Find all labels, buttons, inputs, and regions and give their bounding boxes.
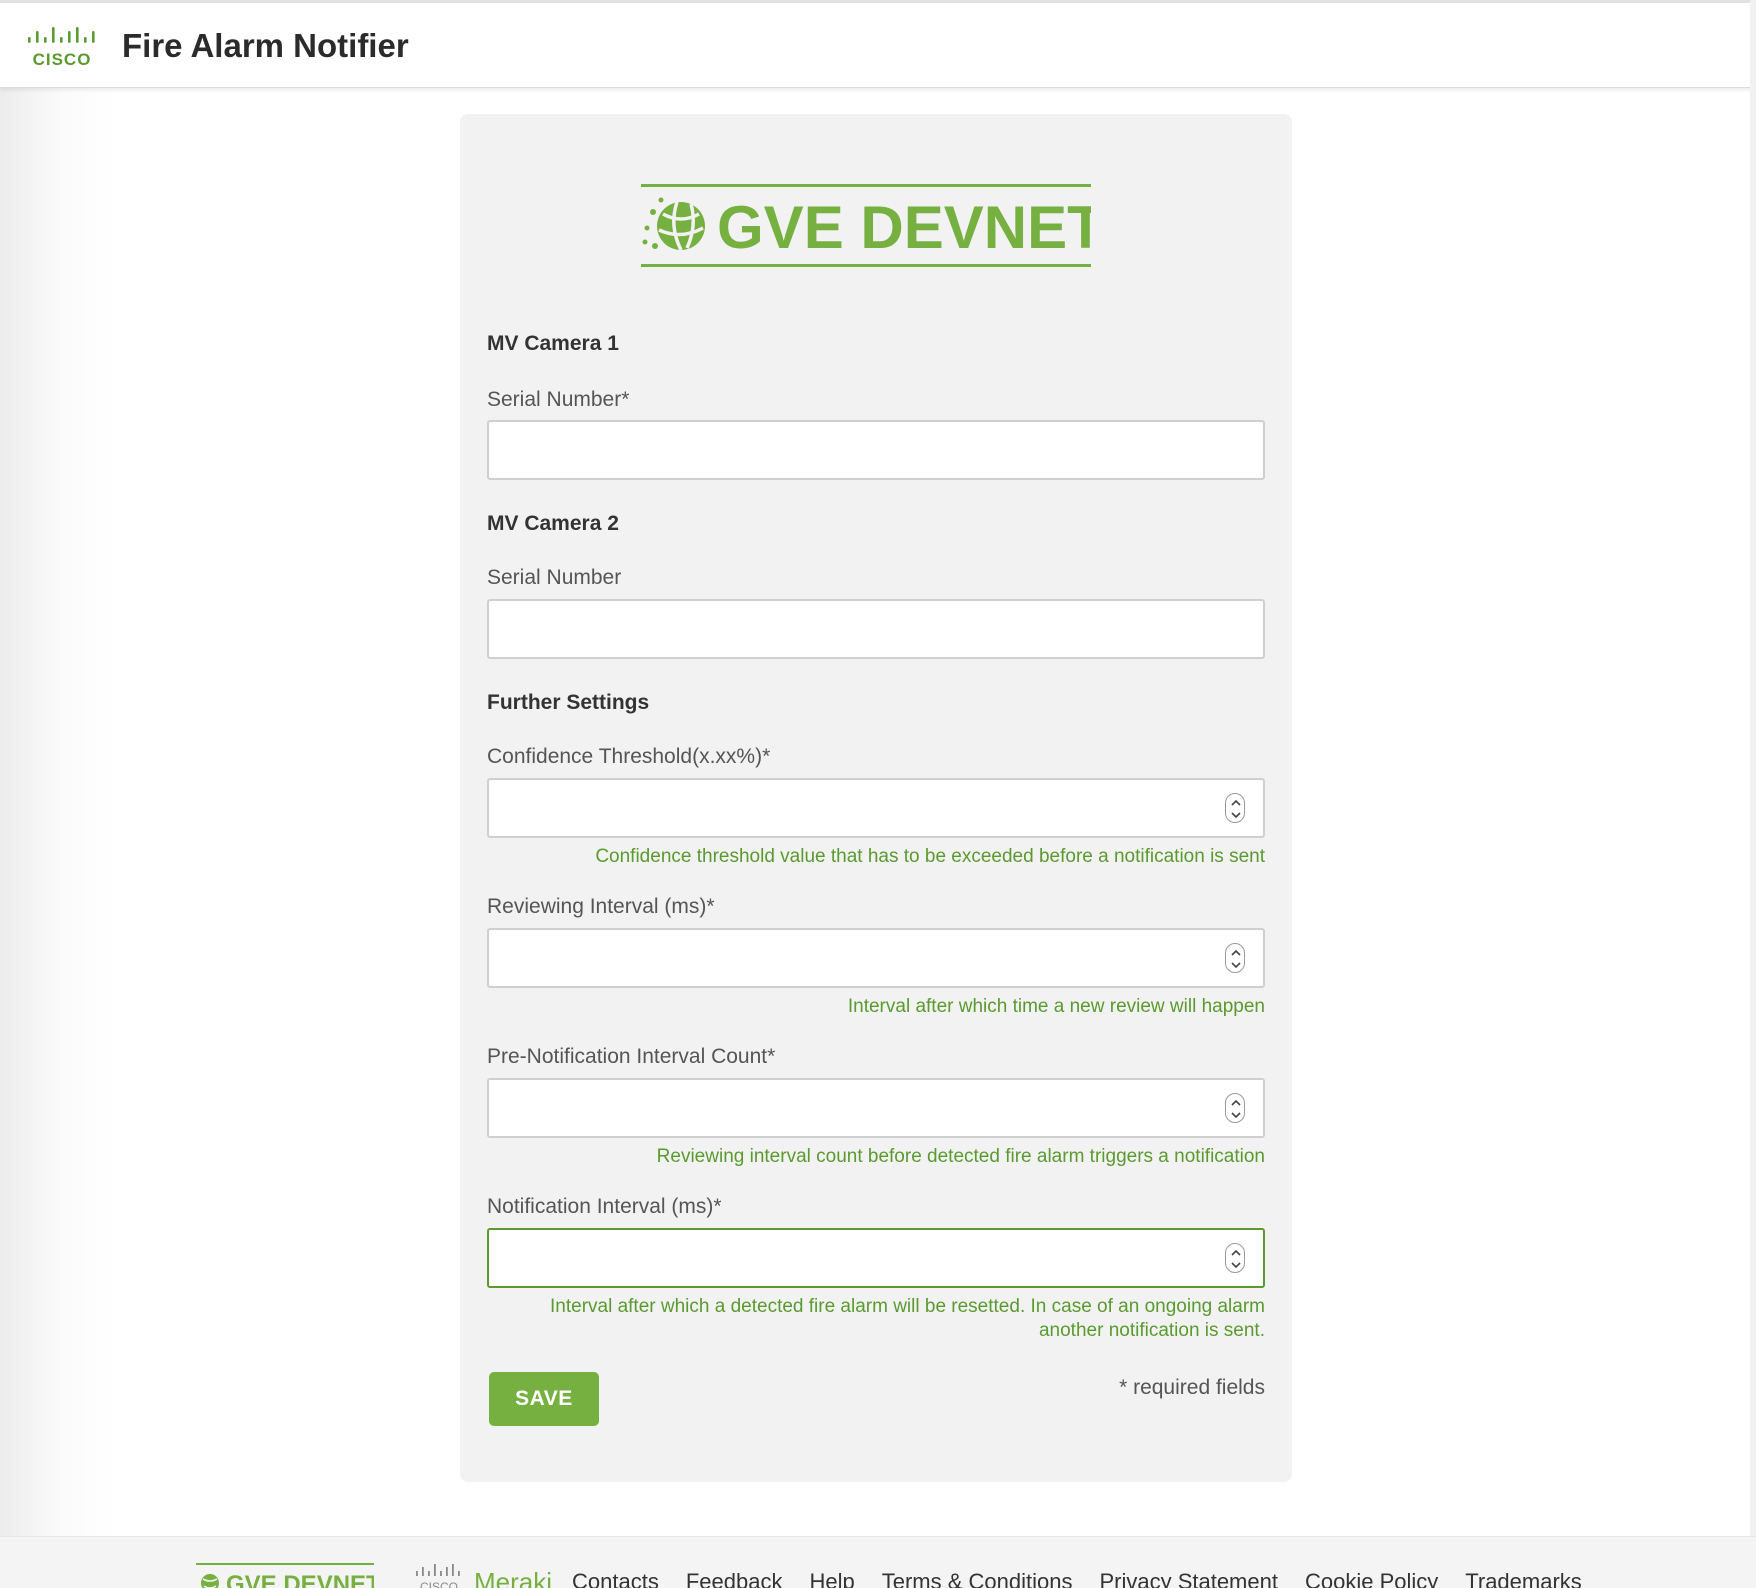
footer-link-cookie-policy[interactable]: Cookie Policy [1305,1569,1438,1588]
settings-card: GVE DEVNET MV Camera 1 Serial Number* MV… [460,114,1292,1482]
cisco-logo-icon[interactable]: CISCO [26,25,98,71]
cisco-logo-text: CISCO [33,50,92,69]
footer-link-help[interactable]: Help [809,1569,854,1588]
footer-link-terms[interactable]: Terms & Conditions [882,1569,1073,1588]
footer-cisco-logo-icon[interactable]: CISCO [414,1563,464,1588]
camera2-serial-label: Serial Number [487,566,622,589]
footer-link-contacts[interactable]: Contacts [572,1569,659,1588]
number-spinner-icon[interactable] [1225,1093,1245,1123]
brand-text: GVE DEVNET [717,194,1091,261]
footer-link-privacy[interactable]: Privacy Statement [1099,1569,1278,1588]
required-fields-note: * required fields [1119,1376,1265,1399]
footer-links: Contacts Feedback Help Terms & Condition… [572,1569,1582,1588]
confidence-threshold-help: Confidence threshold value that has to b… [595,846,1265,867]
reviewing-interval-input[interactable] [487,928,1265,988]
notification-interval-help-line2: another notification is sent. [1038,1320,1265,1341]
notification-interval-help: Interval after which a detected fire ala… [550,1295,1265,1343]
top-bar: CISCO Fire Alarm Notifier [0,0,1756,88]
footer-devnet-text: GVE DEVNET [226,1571,374,1588]
footer-link-feedback[interactable]: Feedback [686,1569,783,1588]
further-settings-title: Further Settings [487,691,650,714]
footer-cisco-text: CISCO [420,1580,458,1588]
notification-interval-input[interactable] [487,1228,1265,1288]
number-spinner-icon[interactable] [1225,793,1245,823]
number-spinner-icon[interactable] [1225,1243,1245,1273]
number-spinner-icon[interactable] [1225,943,1245,973]
save-button[interactable]: SAVE [489,1372,599,1426]
camera1-serial-label: Serial Number* [487,388,630,411]
notification-interval-help-line1: Interval after which a detected fire ala… [550,1296,1265,1317]
confidence-threshold-label: Confidence Threshold(x.xx%)* [487,745,771,768]
pre-notification-count-label: Pre-Notification Interval Count* [487,1045,776,1068]
camera2-serial-input[interactable] [487,599,1265,659]
pre-notification-count-input[interactable] [487,1078,1265,1138]
camera1-title: MV Camera 1 [487,332,619,355]
footer: GVE DEVNET CISCO Meraki Contacts Feedbac… [0,1536,1756,1588]
pre-notification-count-help: Reviewing interval count before detected… [656,1146,1265,1167]
reviewing-interval-label: Reviewing Interval (ms)* [487,895,715,918]
confidence-threshold-input[interactable] [487,778,1265,838]
camera1-serial-input[interactable] [487,420,1265,480]
footer-link-trademarks[interactable]: Trademarks [1465,1569,1582,1588]
scrollbar-track[interactable] [1750,0,1756,1588]
footer-gve-devnet-logo-icon[interactable]: GVE DEVNET [196,1563,374,1588]
gve-devnet-logo-icon: GVE DEVNET [641,184,1091,267]
notification-interval-label: Notification Interval (ms)* [487,1195,722,1218]
app-title: Fire Alarm Notifier [122,27,409,64]
reviewing-interval-help: Interval after which time a new review w… [847,996,1265,1017]
camera2-title: MV Camera 2 [487,512,619,535]
page: CISCO Fire Alarm Notifier GVE DEVNET MV … [0,0,1756,1588]
footer-meraki-logo[interactable]: Meraki [474,1567,552,1588]
